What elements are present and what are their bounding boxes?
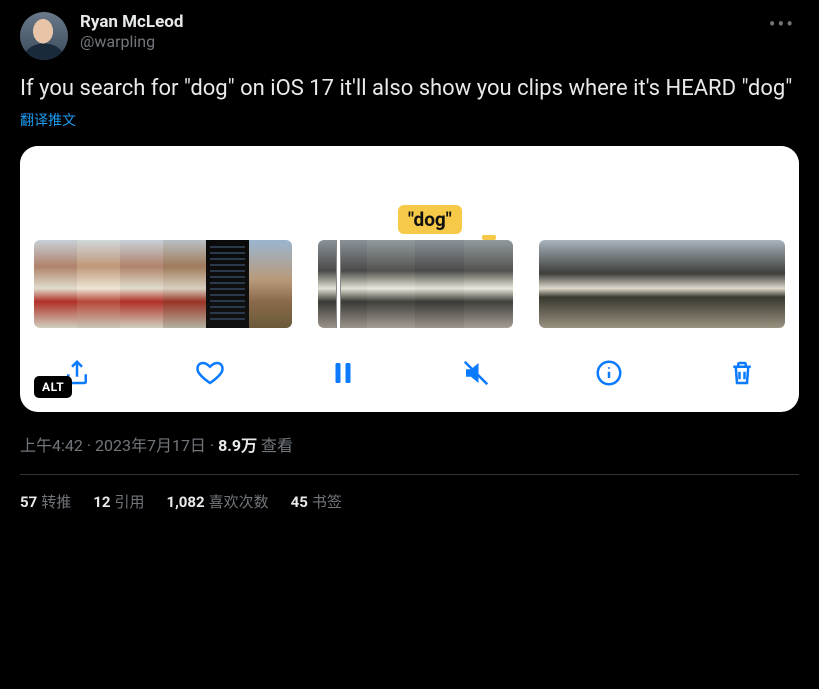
clip-frame: [415, 240, 464, 328]
clip-frame: [662, 240, 703, 328]
tweet-header: Ryan McLeod @warpling •••: [20, 12, 799, 60]
tweet-stats: 57转推 12引用 1,082 喜欢次数 45书签: [20, 475, 799, 528]
playhead[interactable]: [336, 240, 341, 328]
media-card[interactable]: "dog": [20, 146, 799, 412]
stat-count: 57: [20, 493, 37, 511]
stat-label: 转推: [41, 493, 71, 511]
clip-frame: [120, 240, 163, 328]
search-term-badge: "dog": [398, 205, 462, 234]
stat-retweets[interactable]: 57转推: [20, 491, 71, 512]
user-block: Ryan McLeod @warpling: [80, 12, 753, 52]
clip-frame: [367, 240, 416, 328]
view-label: 查看: [261, 436, 293, 455]
alt-badge[interactable]: ALT: [34, 376, 72, 398]
clip-2-active[interactable]: [318, 240, 513, 328]
user-handle[interactable]: @warpling: [80, 32, 753, 51]
trash-icon[interactable]: [725, 356, 759, 390]
pause-icon[interactable]: [326, 356, 360, 390]
tweet-date[interactable]: 2023年7月17日: [95, 436, 206, 455]
media-header-space: "dog": [20, 146, 799, 234]
clip-frame: [249, 240, 292, 328]
clip-3[interactable]: [539, 240, 785, 328]
display-name[interactable]: Ryan McLeod: [80, 12, 753, 32]
stat-count: 12: [93, 493, 110, 511]
heart-icon[interactable]: [193, 356, 227, 390]
stat-bookmarks[interactable]: 45书签: [291, 491, 342, 512]
clip-frame: [539, 240, 580, 328]
tweet-meta: 上午4:42 · 2023年7月17日 · 8.9万 查看: [20, 432, 799, 456]
mute-icon[interactable]: [459, 356, 493, 390]
clip-frame: [744, 240, 785, 328]
tweet-container: Ryan McLeod @warpling ••• If you search …: [0, 0, 819, 528]
translate-link[interactable]: 翻译推文: [20, 110, 76, 130]
filmstrip: [20, 234, 799, 334]
clip-frame: [206, 240, 249, 328]
tweet-time[interactable]: 上午4:42: [20, 436, 83, 455]
clip-frame: [580, 240, 621, 328]
stat-label: 书签: [312, 493, 342, 511]
stat-count: 45: [291, 493, 308, 511]
clip-frame: [318, 240, 367, 328]
info-icon[interactable]: [592, 356, 626, 390]
stat-quotes[interactable]: 12引用: [93, 491, 144, 512]
clip-1[interactable]: [34, 240, 292, 328]
view-count[interactable]: 8.9万: [218, 436, 257, 455]
clip-frame: [703, 240, 744, 328]
stat-likes[interactable]: 1,082 喜欢次数: [166, 491, 268, 512]
more-icon[interactable]: •••: [765, 12, 799, 36]
clip-frame: [34, 240, 77, 328]
clip-frame: [163, 240, 206, 328]
avatar-image: [20, 12, 68, 60]
stat-count: 1,082: [166, 493, 204, 511]
clip-frame: [464, 240, 513, 328]
media-toolbar: [20, 334, 799, 398]
tweet-text: If you search for "dog" on iOS 17 it'll …: [20, 74, 799, 104]
stat-label: 喜欢次数: [209, 493, 269, 511]
avatar[interactable]: [20, 12, 68, 60]
playhead-marker: [482, 235, 496, 240]
stat-label: 引用: [114, 493, 144, 511]
clip-frame: [77, 240, 120, 328]
clip-frame: [621, 240, 662, 328]
